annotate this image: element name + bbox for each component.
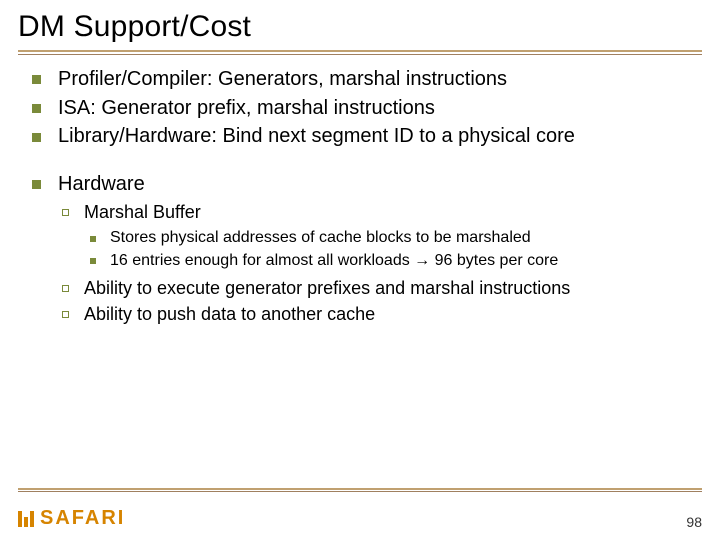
list-item: Ability to push data to another cache bbox=[58, 303, 692, 326]
title-rule-top bbox=[18, 50, 702, 52]
title-area: DM Support/Cost bbox=[0, 0, 720, 50]
bullet-text: Stores physical addresses of cache block… bbox=[110, 229, 531, 246]
list-item: 16 entries enough for almost all workloa… bbox=[84, 251, 692, 271]
list-item: Marshal Buffer Stores physical addresses… bbox=[58, 201, 692, 271]
slide-body: Profiler/Compiler: Generators, marshal i… bbox=[0, 55, 720, 326]
bullet-text: Ability to execute generator prefixes an… bbox=[84, 278, 570, 298]
list-item: Profiler/Compiler: Generators, marshal i… bbox=[28, 67, 692, 93]
slide-title: DM Support/Cost bbox=[18, 10, 702, 44]
list-item: Stores physical addresses of cache block… bbox=[84, 228, 692, 248]
page-number: 98 bbox=[686, 514, 702, 530]
list-item: Library/Hardware: Bind next segment ID t… bbox=[28, 124, 692, 150]
bullet-text: 16 entries enough for almost all workloa… bbox=[110, 252, 558, 269]
list-item: Hardware Marshal Buffer Stores physical … bbox=[28, 172, 692, 327]
logo-text: SAFARI bbox=[40, 507, 125, 530]
bullet-list-level3: Stores physical addresses of cache block… bbox=[84, 228, 692, 271]
slide: DM Support/Cost Profiler/Compiler: Gener… bbox=[0, 0, 720, 540]
footer: SAFARI 98 bbox=[18, 507, 702, 530]
footer-rules bbox=[18, 488, 702, 492]
list-item: Ability to execute generator prefixes an… bbox=[58, 277, 692, 300]
list-item: ISA: Generator prefix, marshal instructi… bbox=[28, 96, 692, 122]
safari-logo: SAFARI bbox=[18, 507, 125, 530]
bullet-text: Profiler/Compiler: Generators, marshal i… bbox=[58, 68, 507, 90]
bullet-text: ISA: Generator prefix, marshal instructi… bbox=[58, 97, 435, 119]
bullet-list-level2: Marshal Buffer Stores physical addresses… bbox=[58, 201, 692, 326]
bullet-text: Library/Hardware: Bind next segment ID t… bbox=[58, 125, 575, 147]
bullet-text: Hardware bbox=[58, 173, 145, 195]
logo-bars-icon bbox=[18, 511, 34, 527]
bullet-text: Ability to push data to another cache bbox=[84, 304, 375, 324]
footer-rule-top bbox=[18, 488, 702, 490]
bullet-list-level1: Profiler/Compiler: Generators, marshal i… bbox=[28, 67, 692, 326]
footer-rule-bottom bbox=[18, 491, 702, 492]
bullet-text: Marshal Buffer bbox=[84, 202, 201, 222]
